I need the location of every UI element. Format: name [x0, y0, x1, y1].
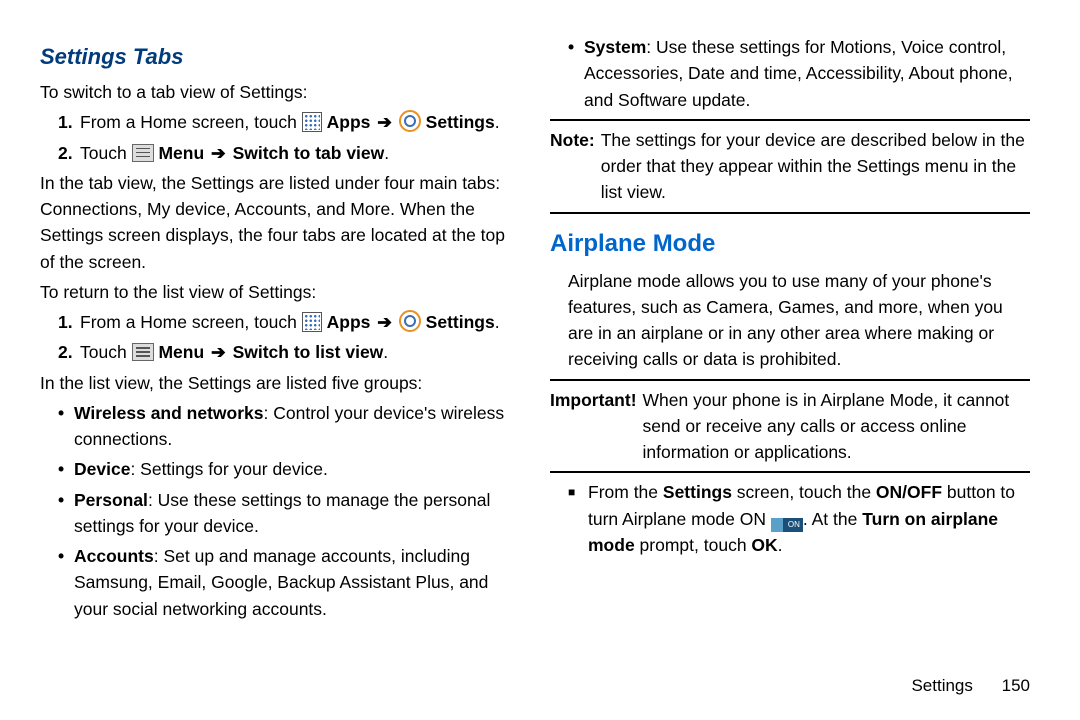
footer-page-number: 150 — [1002, 673, 1030, 699]
apps-label: Apps — [327, 112, 371, 132]
settings-label: Settings — [426, 112, 495, 132]
note-label: Note: — [550, 127, 601, 206]
menu-label: Menu — [158, 143, 204, 163]
section-heading-settings-tabs: Settings Tabs — [40, 40, 520, 73]
settings-gear-icon — [399, 310, 421, 332]
bullet-accounts: • Accounts: Set up and manage accounts, … — [40, 543, 520, 622]
divider — [550, 119, 1030, 121]
airplane-instruction: ■ From the Settings screen, touch the ON… — [550, 479, 1030, 558]
apps-grid-icon — [302, 312, 322, 332]
left-column: Settings Tabs To switch to a tab view of… — [40, 30, 540, 700]
heading-airplane-mode: Airplane Mode — [550, 226, 1030, 262]
note-block: Note: The settings for your device are d… — [550, 127, 1030, 206]
apps-grid-icon — [302, 112, 322, 132]
step-2b: 2. Touch Menu ➔ Switch to list view. — [40, 339, 520, 365]
step-1a: 1. From a Home screen, touch Apps ➔ Sett… — [40, 109, 520, 135]
arrow-icon: ➔ — [375, 112, 394, 132]
arrow-icon: ➔ — [209, 342, 228, 362]
menu-icon — [132, 144, 154, 162]
right-column: • System: Use these settings for Motions… — [540, 30, 1040, 700]
bullet-system: • System: Use these settings for Motions… — [550, 34, 1030, 113]
divider — [550, 212, 1030, 214]
arrow-icon: ➔ — [375, 312, 394, 332]
important-block: Important! When your phone is in Airplan… — [550, 387, 1030, 466]
divider — [550, 471, 1030, 473]
note-text: The settings for your device are describ… — [601, 127, 1030, 206]
switch-to-list-label: Switch to list view — [233, 342, 384, 362]
settings-gear-icon — [399, 110, 421, 132]
step-1b: 1. From a Home screen, touch Apps ➔ Sett… — [40, 309, 520, 335]
bullet-device: • Device: Settings for your device. — [40, 456, 520, 482]
switch-to-tab-label: Switch to tab view — [233, 143, 385, 163]
airplane-description: Airplane mode allows you to use many of … — [550, 268, 1030, 373]
important-text: When your phone is in Airplane Mode, it … — [643, 387, 1030, 466]
intro-text: To switch to a tab view of Settings: — [40, 79, 520, 105]
bullet-wireless: • Wireless and networks: Control your de… — [40, 400, 520, 453]
step-2a: 2. Touch Menu ➔ Switch to tab view. — [40, 140, 520, 166]
footer-section: Settings — [911, 676, 972, 695]
on-switch-icon: ON — [771, 518, 803, 532]
divider — [550, 379, 1030, 381]
arrow-icon: ➔ — [209, 143, 228, 163]
intro-text-2: To return to the list view of Settings: — [40, 279, 520, 305]
page-footer: Settings 150 — [911, 673, 1030, 699]
bullet-personal: • Personal: Use these settings to manage… — [40, 487, 520, 540]
square-bullet-icon: ■ — [568, 479, 588, 558]
tabview-description: In the tab view, the Settings are listed… — [40, 170, 520, 275]
listview-intro: In the list view, the Settings are liste… — [40, 370, 520, 396]
important-label: Important! — [550, 387, 643, 466]
menu-icon — [132, 343, 154, 361]
